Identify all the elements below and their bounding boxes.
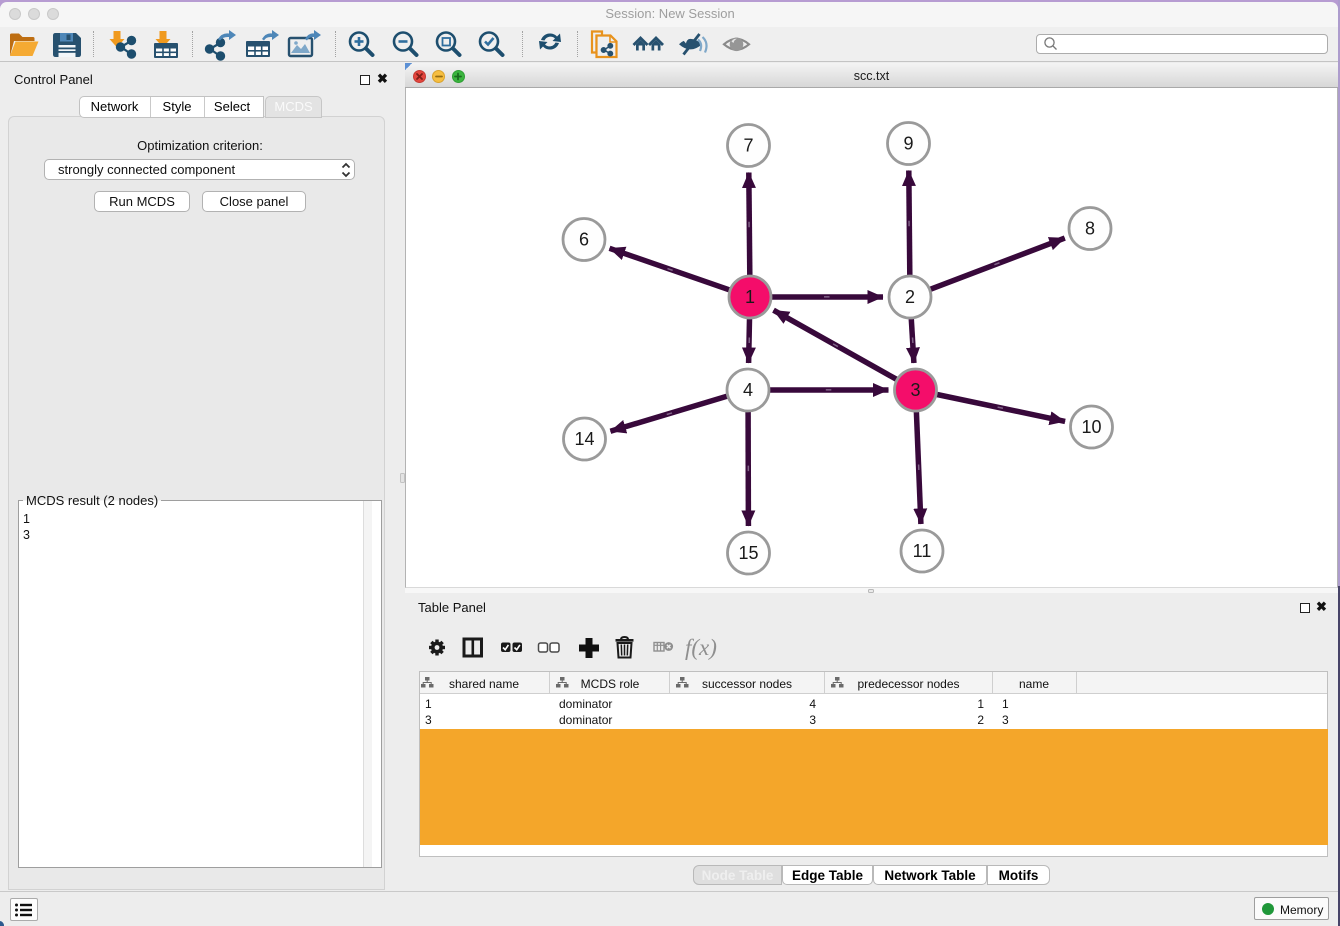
svg-text:8: 8 — [1085, 219, 1095, 239]
svg-text:15: 15 — [738, 543, 758, 563]
svg-text:2: 2 — [905, 287, 915, 307]
svg-text:7: 7 — [743, 136, 753, 156]
svg-text:9: 9 — [903, 134, 913, 154]
svg-text:6: 6 — [579, 230, 589, 250]
svg-text:11: 11 — [913, 541, 932, 561]
svg-text:4: 4 — [743, 380, 753, 400]
svg-text:10: 10 — [1081, 417, 1101, 437]
svg-text:1: 1 — [745, 287, 755, 307]
svg-text:f(x): f(x) — [685, 635, 717, 660]
svg-text:14: 14 — [574, 429, 594, 449]
svg-text:3: 3 — [910, 380, 920, 400]
